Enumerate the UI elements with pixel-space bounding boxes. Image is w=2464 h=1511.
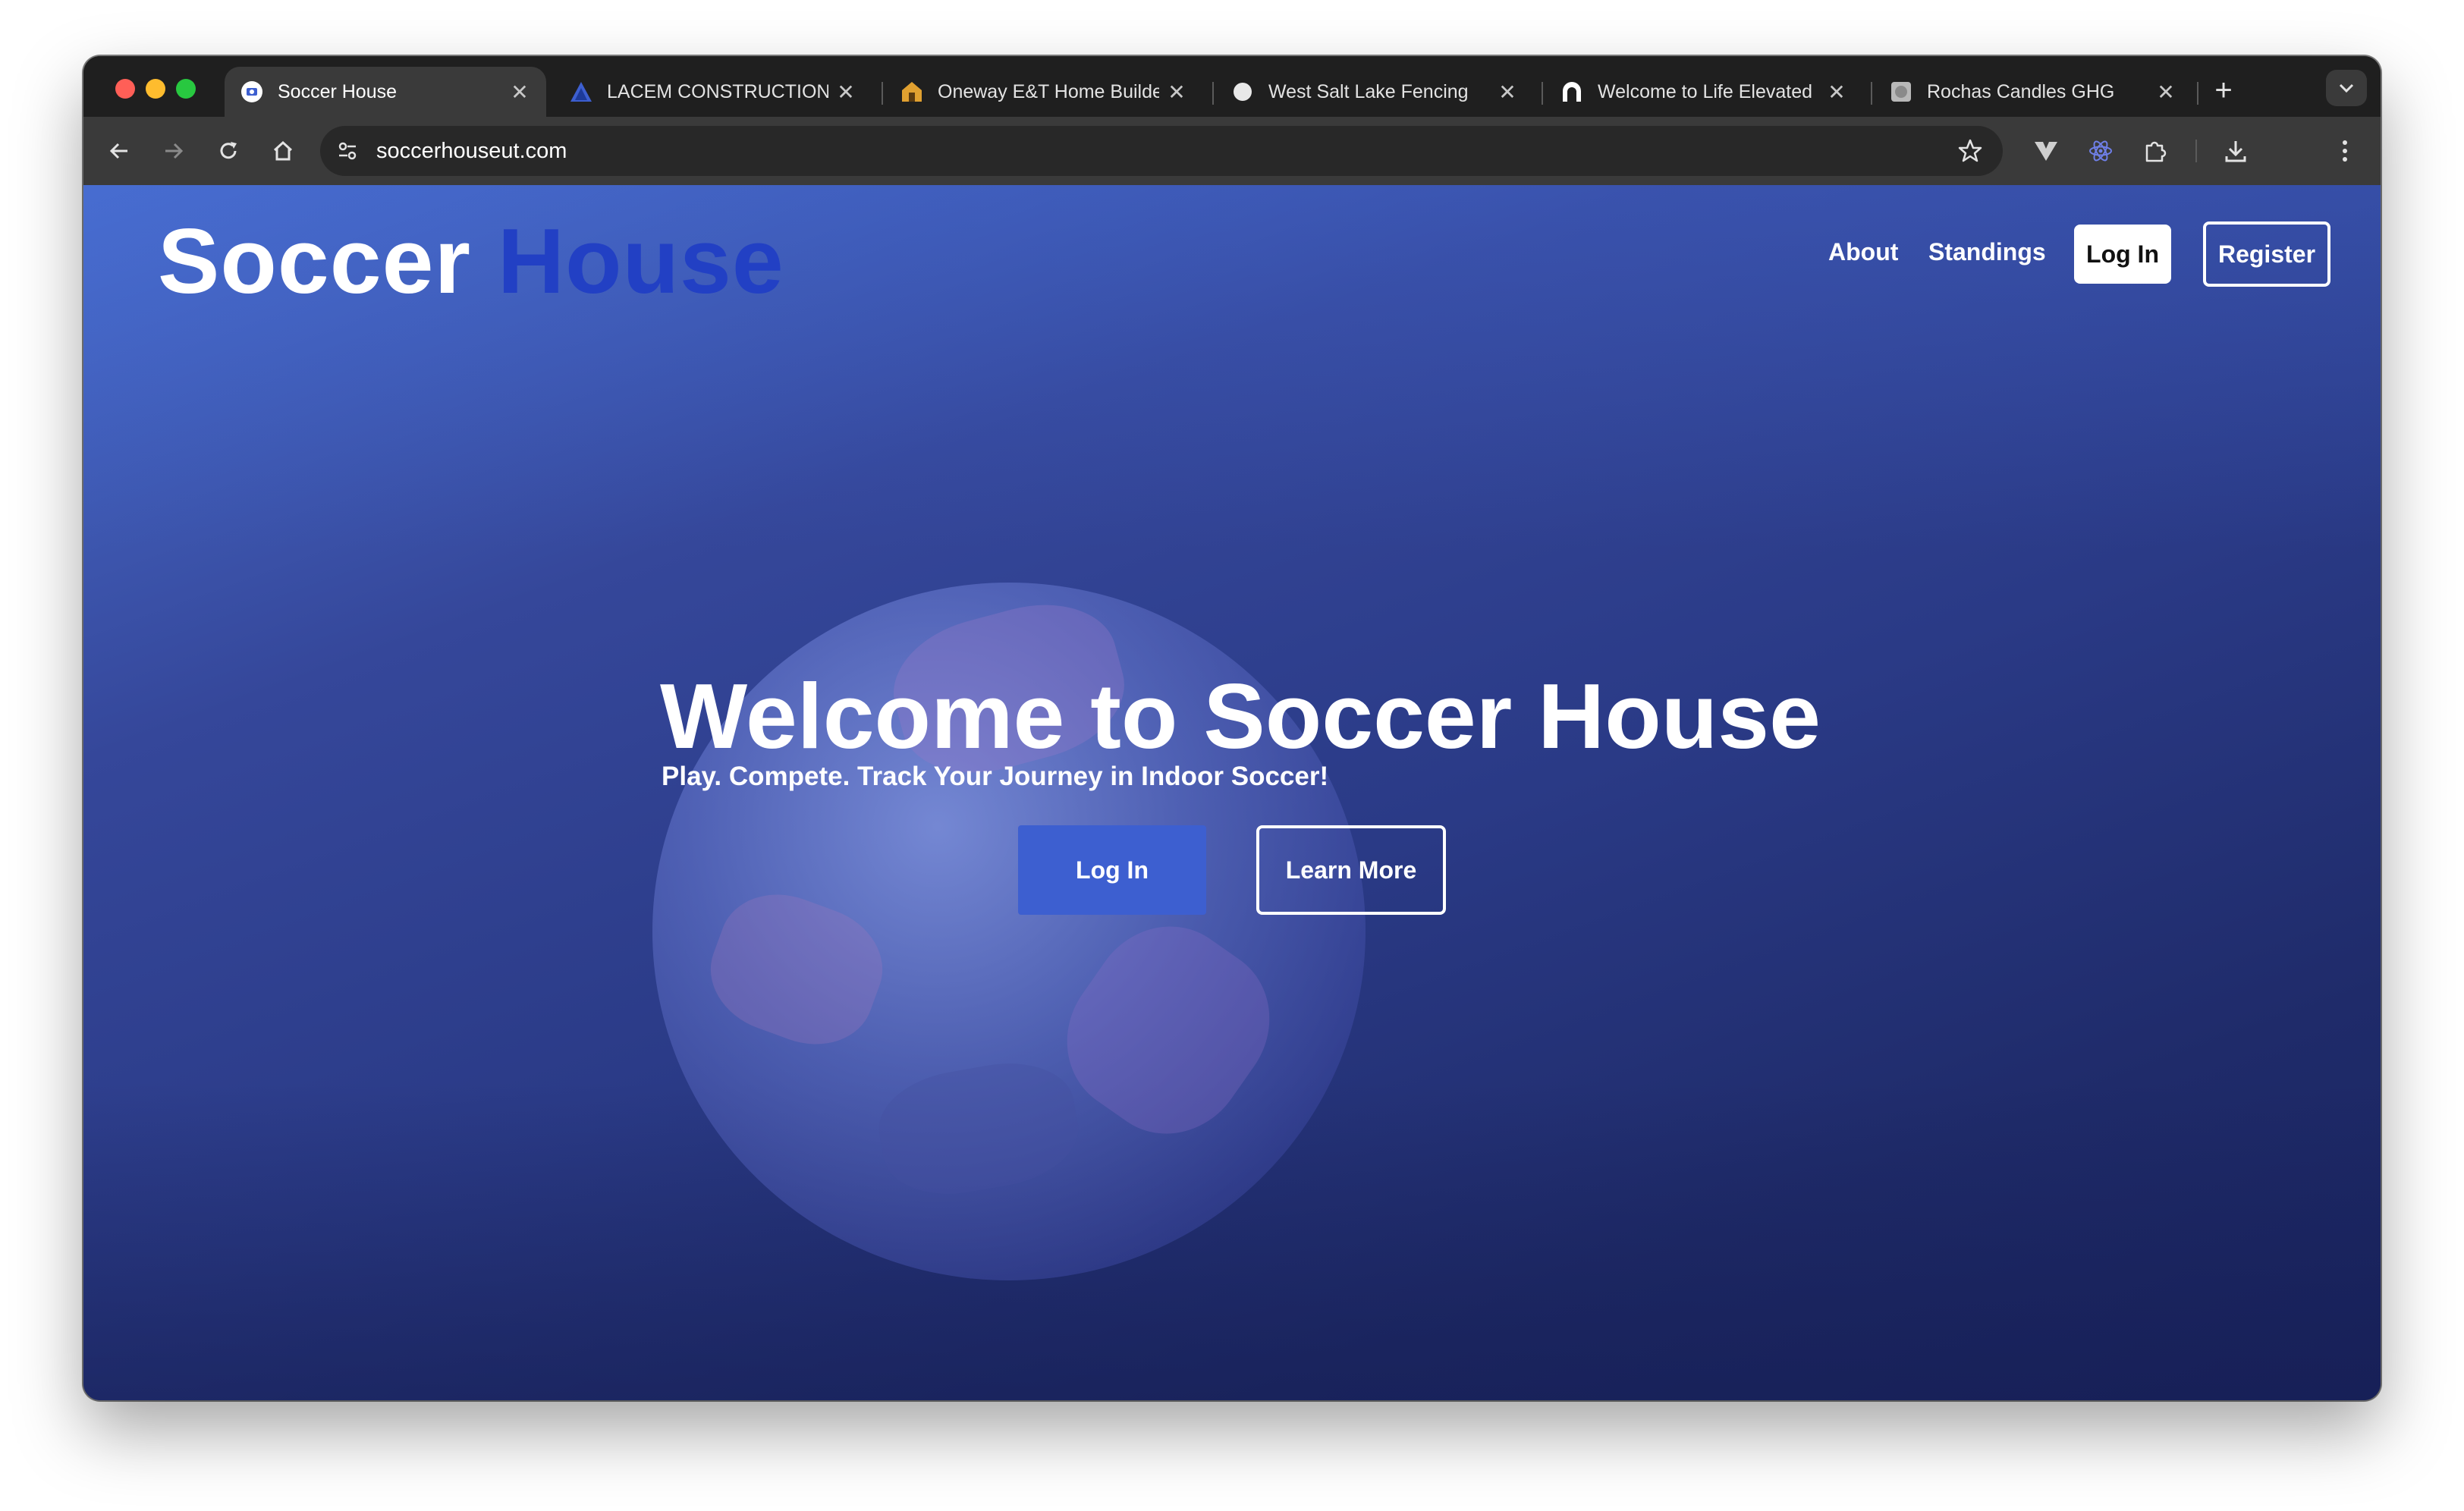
puzzle-piece-icon xyxy=(2145,141,2167,162)
close-tab-icon[interactable]: ✕ xyxy=(1496,80,1519,104)
tab-search-button[interactable] xyxy=(2326,70,2367,106)
web-page: Soccer House About Standings Log In Regi… xyxy=(83,185,2381,1400)
close-tab-icon[interactable]: ✕ xyxy=(1165,80,1188,104)
address-bar[interactable]: soccerhouseut.com xyxy=(320,126,2003,176)
home-button[interactable] xyxy=(264,132,302,170)
kebab-menu-icon xyxy=(2343,140,2347,162)
bookmark-star-icon[interactable] xyxy=(1957,138,1983,164)
download-icon xyxy=(2225,141,2246,162)
soccer-house-favicon-icon xyxy=(240,80,264,104)
back-arrow-icon xyxy=(109,143,127,159)
close-tab-icon[interactable]: ✕ xyxy=(508,80,531,104)
close-tab-icon[interactable]: ✕ xyxy=(1825,80,1848,104)
tab-separator xyxy=(1871,82,1872,105)
url-text: soccerhouseut.com xyxy=(376,138,567,163)
hero-title: Welcome to Soccer House xyxy=(660,664,1821,768)
tab-soccer-house[interactable]: Soccer House ✕ xyxy=(225,67,546,117)
nav-login-button[interactable]: Log In xyxy=(2074,225,2171,284)
forward-arrow-icon xyxy=(165,143,184,159)
extensions-button[interactable] xyxy=(2136,132,2174,170)
candle-favicon-icon xyxy=(1889,80,1913,104)
reload-button[interactable] xyxy=(209,132,247,170)
arch-favicon-icon xyxy=(1560,80,1584,104)
close-window-button[interactable] xyxy=(115,79,135,99)
circle-favicon-icon xyxy=(1230,80,1255,104)
tab-oneway-home-builders[interactable]: Oneway E&T Home Builde ✕ xyxy=(885,67,1203,117)
logo-word-house: House xyxy=(497,209,784,313)
hero-learn-more-button[interactable]: Learn More xyxy=(1256,825,1446,915)
maximize-window-button[interactable] xyxy=(176,79,196,99)
tab-title: West Salt Lake Fencing xyxy=(1268,80,1469,102)
hero-login-button[interactable]: Log In xyxy=(1018,825,1206,915)
tab-life-elevated[interactable]: Welcome to Life Elevated ✕ xyxy=(1545,67,1863,117)
tab-separator xyxy=(2197,82,2198,105)
toolbar-divider xyxy=(2195,140,2197,162)
close-tab-icon[interactable]: ✕ xyxy=(2154,80,2177,104)
nav-register-button[interactable]: Register xyxy=(2203,221,2330,287)
reload-icon xyxy=(220,142,237,159)
logo-word-soccer: Soccer xyxy=(158,209,471,313)
chevron-down-icon xyxy=(2339,83,2354,93)
site-settings-icon[interactable] xyxy=(334,137,361,165)
tab-title: Rochas Candles GHG xyxy=(1927,80,2115,102)
tab-separator xyxy=(1212,82,1214,105)
site-logo[interactable]: Soccer House xyxy=(158,208,784,314)
triangle-favicon-icon xyxy=(569,80,593,104)
tab-rochas-candles[interactable]: Rochas Candles GHG ✕ xyxy=(1874,67,2192,117)
tab-title: Soccer House xyxy=(278,80,398,102)
tab-title: LACEM CONSTRUCTION xyxy=(607,80,828,102)
tab-separator xyxy=(1542,82,1543,105)
tab-lacem-construction[interactable]: LACEM CONSTRUCTION ✕ xyxy=(554,67,872,117)
tab-strip: Soccer House ✕ LACEM CONSTRUCTION ✕ Onew… xyxy=(83,56,2381,117)
close-tab-icon[interactable]: ✕ xyxy=(834,80,857,104)
browser-menu-button[interactable] xyxy=(2326,132,2364,170)
tab-title: Welcome to Life Elevated xyxy=(1598,80,1813,102)
react-devtools-extension[interactable] xyxy=(2082,132,2120,170)
downloads-button[interactable] xyxy=(2217,132,2255,170)
nav-standings-link[interactable]: Standings xyxy=(1928,238,2046,266)
react-atom-icon xyxy=(2089,140,2112,162)
vue-devtools-extension[interactable] xyxy=(2027,132,2065,170)
new-tab-button[interactable]: + xyxy=(2205,71,2242,109)
forward-button[interactable] xyxy=(155,132,193,170)
home-icon xyxy=(273,140,293,161)
nav-about-link[interactable]: About xyxy=(1828,238,1898,266)
tab-west-salt-lake-fencing[interactable]: West Salt Lake Fencing ✕ xyxy=(1215,67,1534,117)
back-button[interactable] xyxy=(100,132,138,170)
hero-subtitle: Play. Compete. Track Your Journey in Ind… xyxy=(662,762,1329,791)
v-logo-icon xyxy=(2035,142,2057,161)
browser-window: Soccer House ✕ LACEM CONSTRUCTION ✕ Onew… xyxy=(83,56,2381,1400)
house-favicon-icon xyxy=(900,80,924,104)
browser-toolbar: soccerhouseut.com xyxy=(83,117,2381,185)
minimize-window-button[interactable] xyxy=(146,79,165,99)
tab-title: Oneway E&T Home Builde xyxy=(938,80,1159,102)
tab-separator xyxy=(882,82,883,105)
